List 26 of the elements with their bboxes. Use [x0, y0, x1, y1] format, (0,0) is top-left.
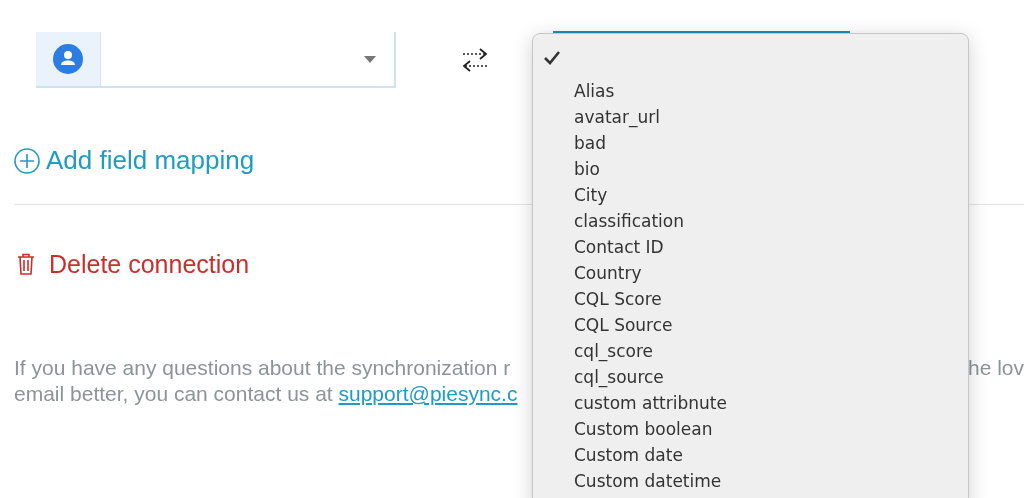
swap-arrows-icon: [461, 48, 489, 72]
menu-item[interactable]: Alias: [574, 81, 615, 101]
menu-item[interactable]: custom attribnute: [574, 393, 727, 413]
menu-item[interactable]: Custom datetime: [574, 471, 722, 491]
menu-item[interactable]: cql_source: [574, 367, 664, 387]
menu-item[interactable]: CQL Source: [574, 315, 673, 335]
menu-item[interactable]: bio: [574, 159, 600, 179]
menu-item[interactable]: cql_score: [574, 341, 654, 361]
person-icon: [53, 44, 83, 74]
menu-item[interactable]: Country: [574, 263, 642, 283]
menu-item[interactable]: City: [574, 185, 608, 205]
menu-item[interactable]: bad: [574, 133, 606, 153]
menu-item[interactable]: Contact ID: [574, 237, 664, 257]
menu-item[interactable]: Custom boolean: [574, 419, 713, 439]
help-text: email better, you can contact us at: [14, 382, 334, 405]
menu-item[interactable]: Custom date: [574, 445, 683, 465]
contact-field-select[interactable]: [36, 32, 396, 88]
delete-connection-link[interactable]: Delete connection: [17, 249, 250, 279]
menu-item[interactable]: avatar_url: [574, 107, 660, 127]
help-text: If you have any questions about the synchronization r: [14, 355, 512, 381]
menu-item[interactable]: CQL Score: [574, 289, 662, 309]
help-text: he lov: [967, 355, 1024, 381]
trash-icon: [17, 253, 35, 275]
caret-icon: [364, 55, 376, 63]
menu-item[interactable]: classification: [574, 211, 684, 231]
plus-circle-icon: [14, 147, 40, 174]
